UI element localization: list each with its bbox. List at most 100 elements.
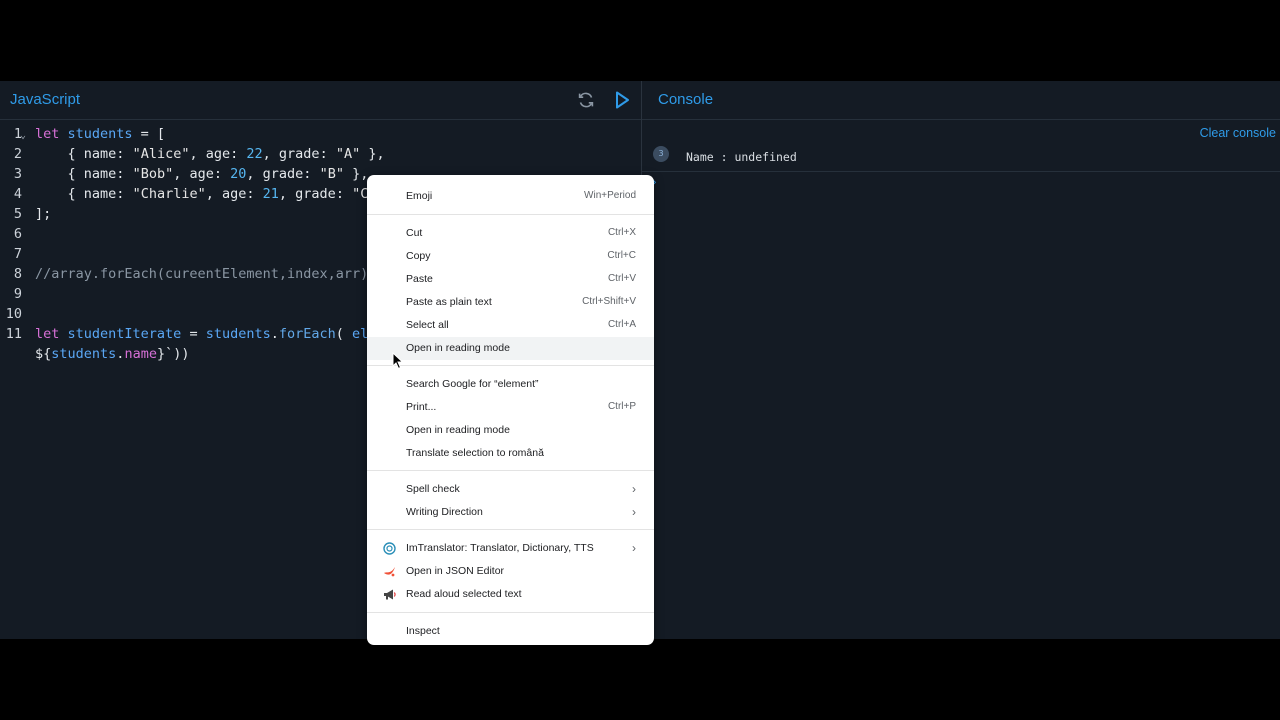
menu-item-reading-mode[interactable]: Open in reading mode bbox=[367, 337, 654, 360]
menu-item-shortcut: Ctrl+C bbox=[607, 250, 636, 261]
menu-item-label: Inspect bbox=[406, 625, 440, 637]
code-token: = [ bbox=[132, 126, 166, 142]
menu-item-translate[interactable]: Translate selection to română bbox=[367, 442, 654, 465]
console-log-row: 3 Name : undefined bbox=[642, 143, 1280, 172]
code-token: //array.forEach(cureentElement,index,arr… bbox=[35, 266, 369, 282]
line-number: 7 bbox=[13, 246, 22, 262]
line-number: 2 bbox=[13, 146, 22, 162]
menu-item-paste-plain[interactable]: Paste as plain text Ctrl+Shift+V bbox=[367, 291, 654, 314]
code-token: : bbox=[230, 146, 247, 162]
menu-separator bbox=[367, 612, 654, 613]
menu-item-read-aloud[interactable]: Read aloud selected text bbox=[367, 583, 654, 606]
menu-item-search-google[interactable]: Search Google for “element” bbox=[367, 373, 654, 396]
menu-item-spell-check[interactable]: Spell check › bbox=[367, 478, 654, 501]
menu-item-label: Print... bbox=[406, 401, 437, 413]
menu-item-reading-mode-2[interactable]: Open in reading mode bbox=[367, 419, 654, 442]
line-number: 11 bbox=[5, 326, 22, 342]
menu-item-writing-direction[interactable]: Writing Direction › bbox=[367, 501, 654, 524]
menu-item-print[interactable]: Print... Ctrl+P bbox=[367, 396, 654, 419]
menu-separator bbox=[367, 365, 654, 366]
code-token: , bbox=[278, 186, 296, 202]
code-token: : bbox=[116, 166, 133, 182]
clear-console-button[interactable]: Clear console bbox=[1200, 126, 1276, 140]
code-token: : bbox=[116, 146, 133, 162]
code-token: "Bob" bbox=[132, 166, 174, 182]
code-token: ${ bbox=[35, 346, 52, 362]
code-token: age bbox=[189, 166, 214, 182]
run-icon[interactable] bbox=[612, 90, 632, 110]
menu-item-emoji[interactable]: Emoji Win+Period bbox=[367, 185, 654, 208]
code-token: . bbox=[270, 326, 279, 342]
menu-item-label: Paste as plain text bbox=[406, 296, 492, 308]
menu-item-label: Select all bbox=[406, 319, 449, 331]
code-token: = bbox=[181, 326, 206, 342]
json-editor-icon bbox=[383, 565, 396, 578]
code-token: { bbox=[35, 146, 84, 162]
code-token: { bbox=[35, 186, 84, 202]
console-header: Console bbox=[642, 81, 1280, 120]
menu-item-shortcut: Win+Period bbox=[584, 190, 636, 201]
menu-item-label: Translate selection to română bbox=[406, 447, 544, 459]
code-token: { bbox=[35, 166, 84, 182]
line-number: 10 bbox=[5, 306, 22, 322]
refresh-icon[interactable] bbox=[576, 90, 596, 110]
editor-header: JavaScript bbox=[0, 81, 641, 120]
code-text: ]; bbox=[35, 204, 51, 224]
fold-chevron-icon[interactable]: ⌄ bbox=[20, 126, 26, 146]
code-token: }, bbox=[343, 166, 369, 182]
menu-item-shortcut: Ctrl+P bbox=[607, 401, 636, 412]
code-token: : bbox=[246, 186, 263, 202]
console-title: Console bbox=[658, 91, 714, 108]
code-token: "B" bbox=[319, 166, 344, 182]
line-number: 4 bbox=[13, 186, 22, 202]
chevron-right-icon: › bbox=[632, 482, 636, 496]
code-text: let studentIterate = students.forEach( e… bbox=[35, 324, 376, 344]
menu-item-label: Writing Direction bbox=[406, 506, 483, 518]
code-token: name bbox=[124, 346, 157, 362]
menu-item-label: Spell check bbox=[406, 483, 460, 495]
menu-item-label: Open in reading mode bbox=[406, 342, 510, 354]
menu-item-paste[interactable]: Paste Ctrl+V bbox=[367, 268, 654, 291]
menu-item-copy[interactable]: Copy Ctrl+C bbox=[367, 245, 654, 268]
code-token: 20 bbox=[230, 166, 247, 182]
menu-item-select-all[interactable]: Select all Ctrl+A bbox=[367, 314, 654, 337]
code-token: , bbox=[246, 166, 263, 182]
line-number: 8 bbox=[13, 266, 22, 282]
line-number: 6 bbox=[13, 226, 22, 242]
code-token: , bbox=[262, 146, 279, 162]
code-text: let students = [ bbox=[35, 124, 165, 144]
code-token: "Alice" bbox=[132, 146, 190, 162]
menu-item-label: Open in JSON Editor bbox=[406, 565, 505, 577]
code-token: 22 bbox=[246, 146, 263, 162]
menu-item-cut[interactable]: Cut Ctrl+X bbox=[367, 222, 654, 245]
menu-item-label: Read aloud selected text bbox=[406, 588, 522, 600]
code-token: name bbox=[83, 186, 117, 202]
console-panel: Console Clear console 3 Name : undefined… bbox=[642, 81, 1280, 639]
code-token: grade bbox=[295, 186, 336, 202]
menu-separator bbox=[367, 529, 654, 530]
menu-item-inspect[interactable]: Inspect bbox=[367, 620, 654, 643]
log-message: Name : undefined bbox=[686, 150, 797, 164]
log-count-badge: 3 bbox=[653, 146, 669, 162]
imtranslator-icon bbox=[383, 542, 396, 555]
code-token: ( bbox=[335, 326, 353, 342]
menu-item-label: Cut bbox=[406, 227, 423, 239]
menu-item-imtranslator[interactable]: ImTranslator: Translator, Dictionary, TT… bbox=[367, 537, 654, 560]
code-token: students bbox=[67, 126, 133, 142]
editor-title: JavaScript bbox=[10, 91, 81, 108]
code-token: students bbox=[51, 346, 117, 362]
code-text: { name: "Charlie", age: 21, grade: "C" bbox=[35, 184, 377, 204]
menu-item-shortcut: Ctrl+Shift+V bbox=[582, 296, 636, 307]
menu-item-label: ImTranslator: Translator, Dictionary, TT… bbox=[406, 542, 594, 554]
code-token: , bbox=[173, 166, 190, 182]
line-number: 9 bbox=[13, 286, 22, 302]
code-token: forEach bbox=[278, 326, 336, 342]
chevron-right-icon: › bbox=[632, 505, 636, 519]
menu-item-label: Paste bbox=[406, 273, 433, 285]
mouse-cursor-icon bbox=[392, 352, 404, 370]
menu-item-label: Open in reading mode bbox=[406, 424, 510, 436]
code-token: grade bbox=[278, 146, 320, 162]
code-token: name bbox=[83, 146, 117, 162]
menu-item-label: Emoji bbox=[406, 190, 433, 202]
menu-item-json-editor[interactable]: Open in JSON Editor bbox=[367, 560, 654, 583]
